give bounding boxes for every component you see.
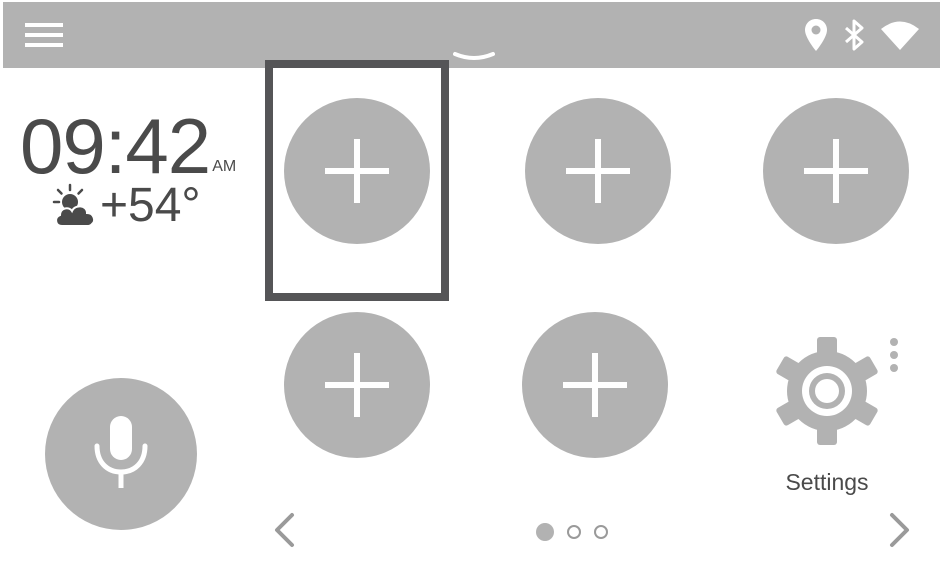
location-pin-icon — [805, 19, 827, 51]
app-slot-2[interactable] — [525, 98, 671, 244]
hamburger-menu-icon[interactable] — [25, 21, 63, 49]
settings-label[interactable]: Settings — [765, 468, 889, 496]
wifi-icon — [881, 21, 919, 50]
plus-icon — [325, 353, 389, 417]
clock-time: 09:42 — [20, 102, 211, 190]
status-icons — [804, 17, 920, 53]
clock-ampm: AM — [212, 158, 237, 175]
clock-widget: 09:42 AM — [20, 106, 236, 186]
chevron-right-icon[interactable] — [888, 512, 912, 548]
weather-temperature: +54° — [100, 179, 201, 232]
voice-assistant-button[interactable] — [45, 378, 197, 530]
app-slot-5[interactable] — [522, 312, 668, 458]
page-dot-2[interactable] — [567, 525, 581, 539]
app-slot-3[interactable] — [763, 98, 909, 244]
plus-icon — [804, 139, 868, 203]
app-slot-4[interactable] — [284, 312, 430, 458]
bluetooth-icon — [845, 19, 864, 51]
plus-icon — [563, 353, 627, 417]
page-dot-1[interactable] — [536, 523, 554, 541]
partly-cloudy-icon — [52, 183, 96, 227]
top-bar — [3, 2, 940, 68]
gear-icon[interactable] — [771, 335, 883, 447]
focus-highlight — [265, 60, 449, 301]
page-indicator — [536, 522, 608, 542]
weather-widget: +54° — [52, 180, 201, 232]
chevron-left-icon[interactable] — [272, 512, 296, 548]
plus-icon — [566, 139, 630, 203]
page-dot-3[interactable] — [594, 525, 608, 539]
chevron-down-icon[interactable] — [453, 50, 495, 64]
more-vertical-icon[interactable] — [886, 336, 902, 376]
microphone-icon — [94, 416, 148, 488]
